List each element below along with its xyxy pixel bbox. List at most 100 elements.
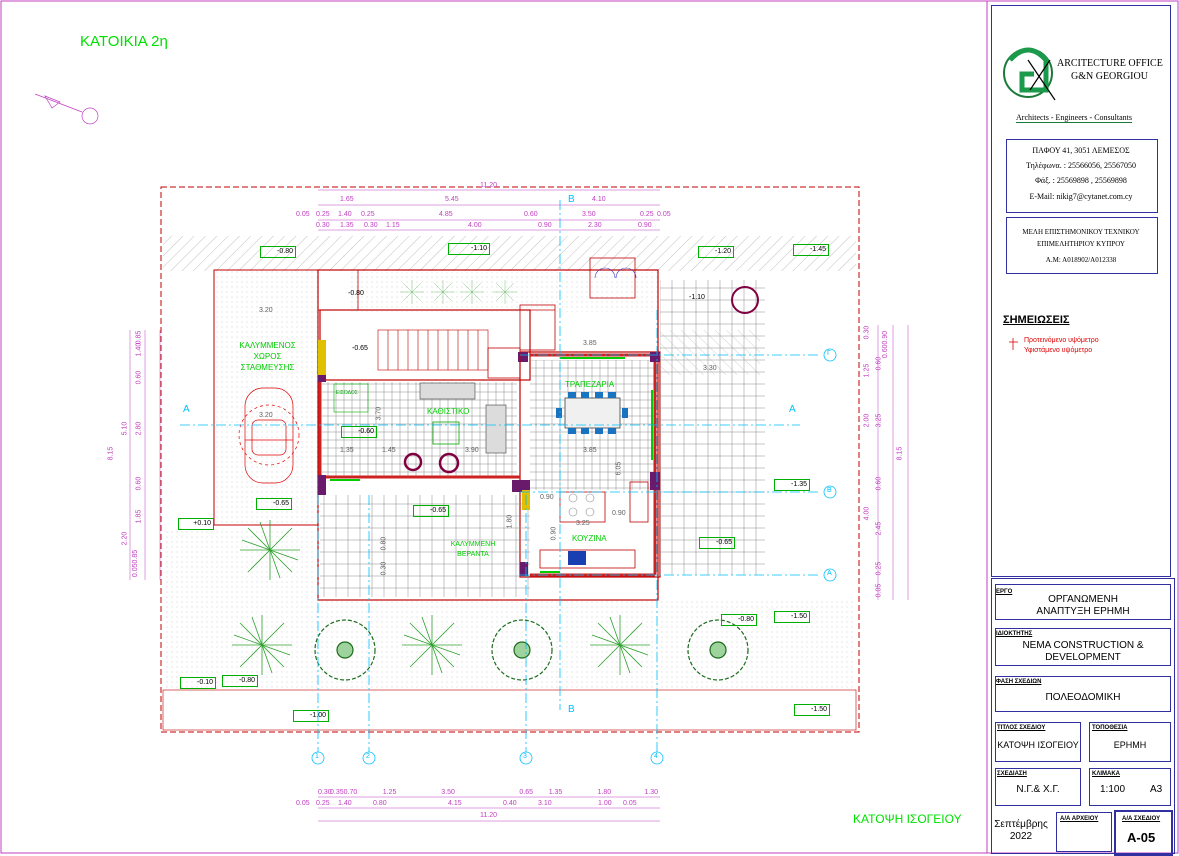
dim-value: 0.90: [538, 222, 552, 229]
dim-value: 1.25: [382, 789, 397, 796]
dim-value: 0.60: [524, 211, 538, 218]
dim-value: 1.40: [338, 211, 352, 218]
axis-label-4: 4: [654, 753, 658, 760]
section-marker-b-top: B: [568, 194, 575, 205]
dim-inner: 3.30: [703, 365, 717, 372]
dim-value: 0.05: [875, 583, 883, 598]
level-tag: +0.10: [178, 518, 214, 530]
date-value: Σεπτέμβρης 2022: [994, 819, 1048, 842]
room-label-parking: ΚΑΛΥΜΜΕΝΟΣ ΧΩΡΟΣ ΣΤΑΘΜΕΥΣΗΣ: [239, 341, 296, 372]
level-tag: -0.80: [260, 246, 296, 258]
dim-inner: 0.90: [540, 494, 554, 501]
dim-right-column: 0.30 0.600.90 1.25 0.60 2.00 3.25 0.60 4…: [858, 325, 898, 605]
dim-value: 2.00: [863, 413, 871, 428]
axis-label-g: Γ: [827, 350, 831, 357]
membership-line-2: ΕΠΙΜΕΛΗΤΗΡΙΟΥ ΚΥΠΡΟΥ: [1037, 240, 1125, 248]
project-value: ΟΡΓΑΝΩΜΕΝΗ ΑΝΑΠΤΥΞΗ ΕΡΗΜΗ: [1036, 594, 1130, 617]
dim-bottom-row1: 0.30 0.35 0.70 1.25 3.50 0.65 1.35 1.80 …: [318, 789, 658, 796]
dim-inner: 0.90: [550, 526, 558, 541]
level-tag: -1.50: [794, 704, 830, 716]
dim-inner: 0.30: [380, 561, 388, 576]
office-phones: Τηλέφωνα. : 25566056, 25567050: [1026, 161, 1136, 170]
oven-icon: [568, 551, 586, 565]
dim-value: 1.85: [135, 509, 143, 524]
dim-bottom-row2: 0.05 0.25 1.40 0.80 4.15 0.40 3.10 1.00 …: [296, 800, 676, 807]
level-tag: -0.80: [721, 614, 757, 626]
date-box: Σεπτέμβρης 2022: [991, 810, 1051, 852]
drawn-by-box: Ν.Γ.& Χ.Γ.: [995, 768, 1081, 806]
drawing-sheet: ΚΑΤΟΙΚΙΑ 2η ΚΑΤΟΨΗ ΙΣΟΓΕΙΟΥ ΚΑΛΥΜΜΕΝΟΣ Χ…: [0, 0, 1179, 856]
level-tag: -1.00: [293, 710, 329, 722]
dim-value: 1.35: [340, 222, 354, 229]
section-marker-b-bottom: B: [568, 704, 575, 715]
level-tag: -0.65: [413, 505, 449, 517]
dim-value: 0.25: [361, 211, 375, 218]
dim-value: 0.60: [135, 476, 143, 491]
room-label-dining: ΤΡΑΠΕΖΑΡΙΑ: [565, 380, 615, 389]
axis-label-2: 2: [366, 753, 370, 760]
dim-inner: 1.35: [340, 447, 354, 454]
office-name-2: G&N GEORGIOU: [1071, 71, 1148, 82]
dim-top-row3: 0.30 1.35 0.30 1.15 4.00 0.90 2.30 0.90: [316, 222, 656, 229]
dim-value: 0.30: [316, 222, 330, 229]
dim-value: 1.40: [338, 800, 352, 807]
dim-value: 0.600.90: [882, 330, 890, 359]
sheet-number-label: Α/Α ΣΧΕΔΙΟΥ: [1122, 816, 1161, 822]
dim-left-column: 0.85 1.40 0.60 2.80 5.10 0.60 1.85 2.20 …: [118, 330, 148, 580]
inner-level: -0.80: [348, 290, 364, 297]
dim-inner: 3.85: [583, 340, 597, 347]
owner-value: NEMA CONSTRUCTION & DEVELOPMENT: [1022, 640, 1144, 663]
room-label-living: ΚΑΘΙΣΤΙΚΟ: [427, 407, 470, 416]
dim-value: 0.40: [503, 800, 517, 807]
dim-value: 2.30: [588, 222, 602, 229]
room-label-entrance: ΕΙΣΟΔΟΣ: [336, 390, 358, 396]
dim-value: 0.70: [343, 789, 358, 796]
note-proposed: Προτεινόμενο υψόμετρο: [1024, 337, 1099, 344]
dim-value: 0.05: [296, 211, 310, 218]
dim-value: 1.25: [863, 363, 871, 378]
office-tagline: Architects - Engineers - Consultants: [1016, 113, 1132, 123]
dim-inner: 3.20: [259, 307, 273, 314]
dim-inner: 1.80: [506, 514, 514, 529]
dim-value: 3.50: [582, 211, 596, 218]
dim-value: 0.25: [316, 800, 330, 807]
level-tag: -0.60: [341, 426, 377, 438]
dim-inner: 0.80: [380, 536, 388, 551]
archive-box: [1056, 812, 1112, 852]
dim-inner: 1.45: [382, 447, 396, 454]
dim-value: 0.25: [640, 211, 654, 218]
dim-value: 0.60: [875, 356, 883, 371]
notes-label: ΣΗΜΕΙΩΣΕΙΣ: [1003, 314, 1070, 326]
dim-value: 1.30: [644, 789, 658, 796]
dim-inner: 3.90: [465, 447, 479, 454]
location-box: ΕΡΗΜΗ: [1089, 722, 1171, 762]
dim-inner: 3.20: [259, 412, 273, 419]
dim-value: 1.15: [386, 222, 400, 229]
level-tag: -1.35: [774, 479, 810, 491]
dim-top-1: 1.65: [340, 196, 354, 203]
membership-line-1: ΜΕΛΗ ΕΠΙΣΤΗΜΟΝΙΚΟΥ ΤΕΧΝΙΚΟΥ: [1022, 228, 1140, 236]
dim-inner: 0.90: [612, 510, 626, 517]
axis-label-3: 3: [523, 753, 527, 760]
dim-value: 2.80: [135, 421, 143, 436]
office-email: E-Mail: nikig7@cytanet.com.cy: [1029, 192, 1133, 201]
dim-value: 1.00: [598, 800, 612, 807]
drawn-by-value: Ν.Γ.& Χ.Γ.: [1016, 784, 1060, 795]
office-name: ARCITECTURE OFFICE: [1057, 58, 1163, 69]
stairs: [377, 329, 489, 371]
dim-value: 0.90: [638, 222, 652, 229]
level-tag: -0.65: [256, 498, 292, 510]
kitchen-counter: [539, 481, 649, 569]
view-title: ΚΑΤΟΨΗ ΙΣΟΓΕΙΟΥ: [853, 812, 962, 826]
dim-value: 2.45: [875, 521, 883, 536]
dim-value: 0.60: [135, 370, 143, 385]
dim-value: 0.60: [875, 476, 883, 491]
phase-box: ΠΟΛΕΟΔΟΜΙΚΗ: [995, 676, 1171, 712]
dim-value: 0.05: [623, 800, 637, 807]
dim-value: 1.80: [597, 789, 612, 796]
dim-value: 0.050.85: [132, 549, 140, 578]
drawing-title-value: ΚΑΤΟΨΗ ΙΣΟΓΕΙΟΥ: [997, 740, 1079, 750]
dim-top-total: 11.20: [480, 182, 497, 189]
north-arrow-icon: [34, 93, 99, 125]
titleblock-panel: [991, 5, 1171, 577]
